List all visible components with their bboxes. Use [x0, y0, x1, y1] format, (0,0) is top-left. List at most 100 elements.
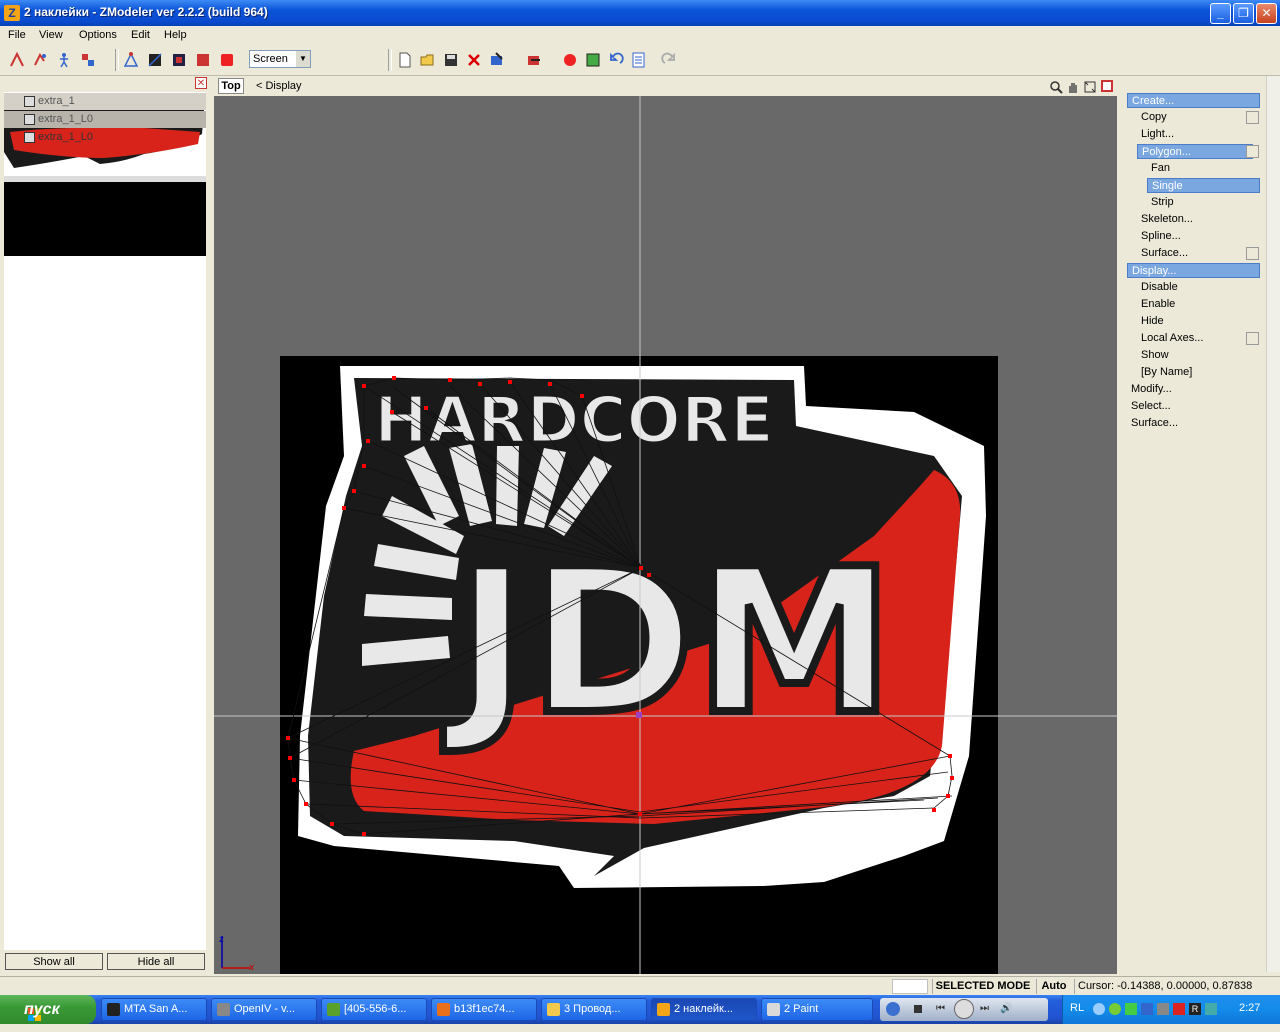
media-volume-icon[interactable]: 🔊	[1000, 1003, 1012, 1014]
command-item[interactable]: Light...	[1137, 127, 1253, 142]
maximize-viewport-icon[interactable]	[1101, 80, 1113, 92]
maximize-button[interactable]: ❐	[1233, 3, 1254, 24]
media-player-controls[interactable]: ⏮ ⏭ 🔊	[880, 998, 1048, 1021]
layer-list[interactable]: extra_1 extra_1_L0 extra_1_L0	[4, 92, 206, 256]
properties-icon[interactable]	[630, 51, 648, 69]
coordinate-space-select[interactable]: Screen ▼	[249, 50, 311, 68]
left-panel-close-icon[interactable]: ✕	[195, 77, 207, 89]
object-tree-area[interactable]	[4, 256, 206, 950]
viewport-breadcrumb[interactable]: < Display	[256, 80, 302, 92]
multi-tool-icon[interactable]	[79, 51, 97, 69]
media-play-icon[interactable]	[886, 1002, 900, 1016]
command-item[interactable]: Show	[1137, 348, 1253, 363]
media-next-icon[interactable]: ⏭	[980, 1003, 989, 1014]
export-icon[interactable]	[525, 51, 543, 69]
command-panel-scrollbar[interactable]	[1266, 76, 1280, 972]
layer-row[interactable]: extra_1_L0	[4, 111, 206, 128]
chevron-down-icon[interactable]: ▼	[296, 51, 310, 67]
delete-icon[interactable]	[465, 51, 483, 69]
show-all-button[interactable]: Show all	[5, 953, 103, 970]
command-item[interactable]: Surface...	[1137, 246, 1253, 261]
close-button[interactable]: ✕	[1256, 3, 1277, 24]
texture-icon[interactable]	[584, 51, 602, 69]
tray-security-icon[interactable]	[1109, 1003, 1121, 1015]
command-options-checkbox[interactable]	[1246, 247, 1259, 260]
menu-help[interactable]: Help	[164, 29, 187, 41]
media-pause-icon[interactable]	[954, 999, 974, 1019]
command-item[interactable]: Display...	[1127, 263, 1260, 278]
command-item[interactable]: Fan	[1147, 161, 1260, 176]
tray-antivirus-icon[interactable]	[1173, 1003, 1185, 1015]
layer-row[interactable]: extra_1	[4, 93, 206, 110]
zoom-icon[interactable]	[1049, 80, 1063, 94]
layer-visibility-checkbox[interactable]	[24, 132, 35, 143]
command-item[interactable]: Disable	[1137, 280, 1253, 295]
taskbar-task[interactable]: [405-556-6...	[321, 998, 427, 1021]
undo-icon[interactable]	[607, 51, 625, 69]
tray-monitor-icon[interactable]	[1141, 1003, 1153, 1015]
minimize-button[interactable]: _	[1210, 3, 1231, 24]
select-tool-icon[interactable]	[8, 51, 26, 69]
open-file-icon[interactable]	[419, 51, 437, 69]
command-item[interactable]: Polygon...	[1137, 144, 1253, 159]
command-item[interactable]: [By Name]	[1137, 365, 1253, 380]
taskbar-task[interactable]: MTA San A...	[101, 998, 207, 1021]
tray-rockstar-icon[interactable]: R	[1189, 1003, 1201, 1015]
command-item[interactable]: Copy	[1137, 110, 1253, 125]
vertex-mode-icon[interactable]	[122, 51, 140, 69]
layer-row[interactable]: extra_1_L0	[4, 129, 206, 146]
render-icon[interactable]	[561, 51, 579, 69]
clock[interactable]: 2:27	[1239, 1002, 1260, 1014]
menu-file[interactable]: File	[8, 29, 26, 41]
object-mode-icon[interactable]	[170, 51, 188, 69]
menu-options[interactable]: Options	[79, 29, 117, 41]
task-app-icon	[767, 1003, 780, 1016]
save-file-icon[interactable]	[442, 51, 460, 69]
start-button[interactable]: пуск	[0, 995, 96, 1024]
command-options-checkbox[interactable]	[1246, 332, 1259, 345]
fit-view-icon[interactable]	[1083, 80, 1097, 94]
command-item[interactable]: Skeleton...	[1137, 212, 1253, 227]
menu-view[interactable]: View	[39, 29, 63, 41]
media-prev-icon[interactable]: ⏮	[936, 1003, 945, 1014]
polygon-mode-icon[interactable]	[146, 51, 164, 69]
command-options-checkbox[interactable]	[1246, 145, 1259, 158]
taskbar-task[interactable]: OpenIV - v...	[211, 998, 317, 1021]
skeleton-tool-icon[interactable]	[55, 51, 73, 69]
import-icon[interactable]	[488, 51, 506, 69]
new-file-icon[interactable]	[396, 51, 414, 69]
taskbar-task[interactable]: b13f1ec74...	[431, 998, 537, 1021]
command-item[interactable]: Modify...	[1127, 382, 1260, 397]
move-tool-icon[interactable]	[31, 51, 49, 69]
command-item[interactable]: Select...	[1127, 399, 1260, 414]
surface-mode-icon[interactable]	[194, 51, 212, 69]
pan-hand-icon[interactable]	[1066, 80, 1080, 94]
viewport-canvas[interactable]: HARDCORE JDM z x	[214, 96, 1117, 974]
tray-app-icon[interactable]	[1205, 1003, 1217, 1015]
command-item[interactable]: Local Axes...	[1137, 331, 1253, 346]
command-item[interactable]: Hide	[1137, 314, 1253, 329]
viewport-top[interactable]: HARDCORE JDM z x	[214, 96, 1117, 974]
solid-mode-icon[interactable]	[218, 51, 236, 69]
layer-visibility-checkbox[interactable]	[24, 114, 35, 125]
media-stop-icon[interactable]	[914, 1005, 922, 1013]
command-item[interactable]: Single	[1147, 178, 1260, 193]
language-indicator[interactable]: RL	[1070, 1002, 1084, 1014]
tray-speaker-icon[interactable]	[1157, 1003, 1169, 1015]
status-auto[interactable]: Auto	[1036, 979, 1071, 994]
tray-network-icon[interactable]	[1093, 1003, 1105, 1015]
command-options-checkbox[interactable]	[1246, 111, 1259, 124]
taskbar-task[interactable]: 3 Провод...	[541, 998, 647, 1021]
command-item[interactable]: Enable	[1137, 297, 1253, 312]
tray-shield-icon[interactable]	[1125, 1003, 1137, 1015]
menu-edit[interactable]: Edit	[131, 29, 150, 41]
layer-visibility-checkbox[interactable]	[24, 96, 35, 107]
command-item[interactable]: Strip	[1147, 195, 1260, 210]
command-item[interactable]: Create...	[1127, 93, 1260, 108]
hide-all-button[interactable]: Hide all	[107, 953, 205, 970]
viewport-tab-top[interactable]: Top	[218, 78, 244, 94]
command-item[interactable]: Surface...	[1127, 416, 1260, 431]
taskbar-task[interactable]: 2 наклейк...	[651, 998, 757, 1021]
taskbar-task[interactable]: 2 Paint	[761, 998, 873, 1021]
command-item[interactable]: Spline...	[1137, 229, 1253, 244]
